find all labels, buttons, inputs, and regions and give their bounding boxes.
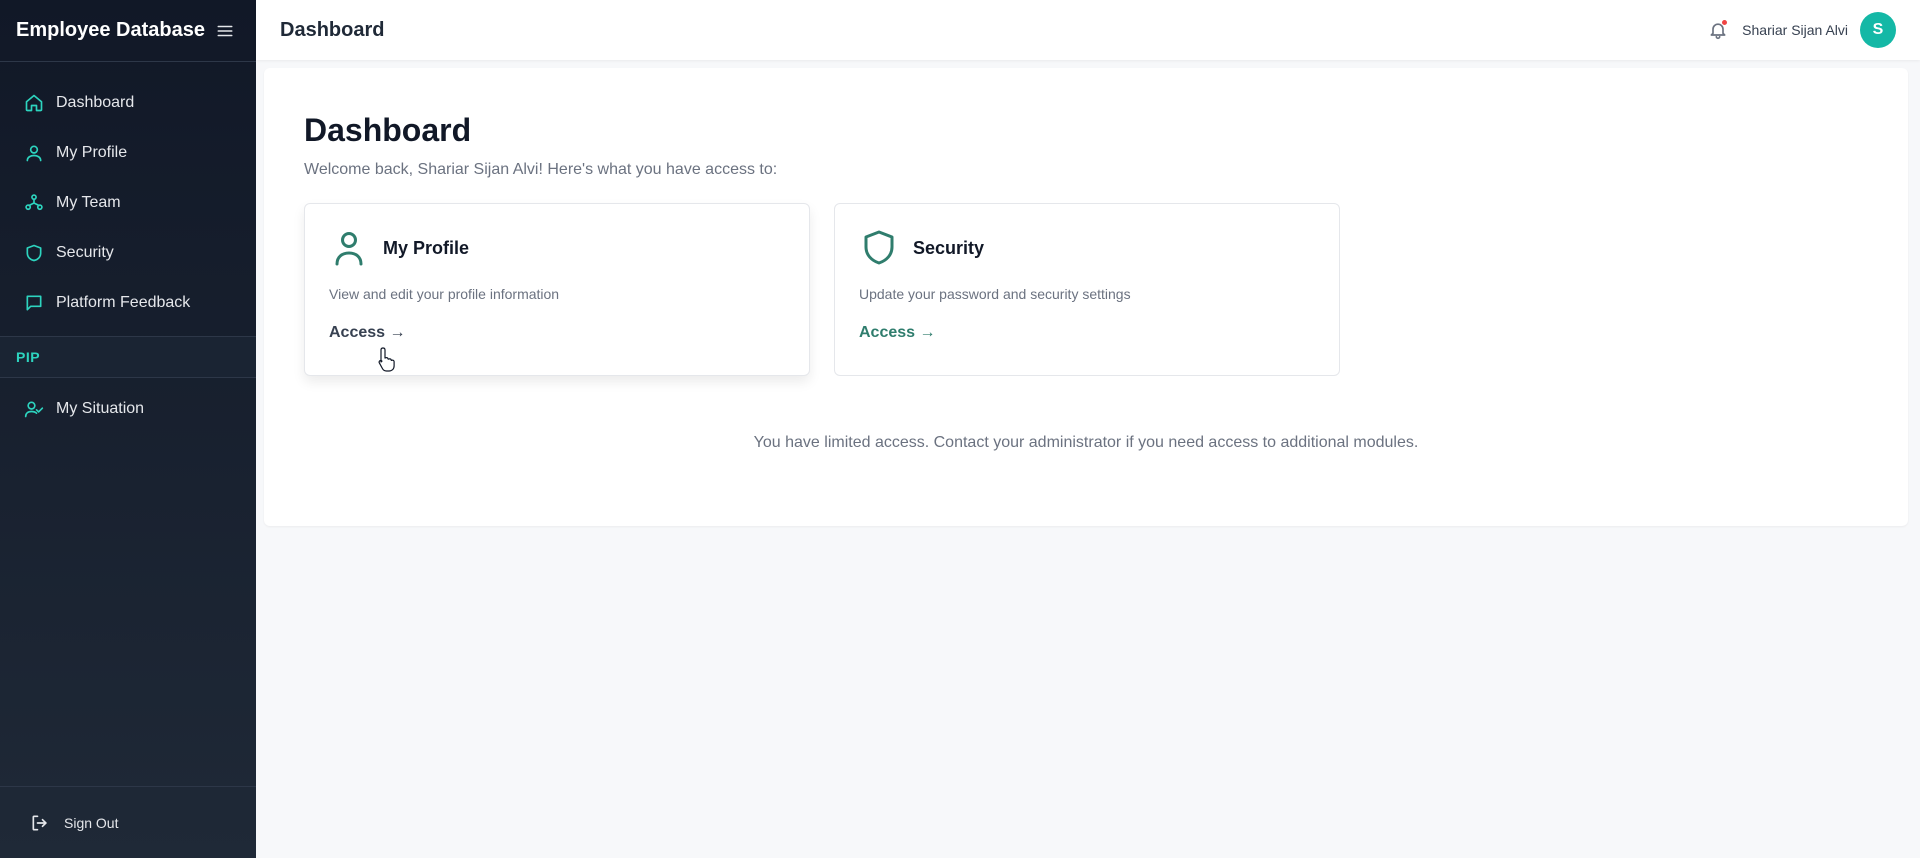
sidebar-item-my-team[interactable]: My Team <box>0 178 256 228</box>
app-root: Employee Database Dashboard My Profile M… <box>0 0 1920 858</box>
brand-title: Employee Database <box>16 19 205 41</box>
notification-bell-icon[interactable] <box>1708 19 1729 40</box>
shield-icon <box>24 243 44 263</box>
sidebar-nav: Dashboard My Profile My Team Security Pl… <box>0 62 256 328</box>
shield-icon <box>859 228 899 268</box>
access-link-security[interactable]: Access → <box>859 324 936 341</box>
user-icon <box>24 143 44 163</box>
user-icon <box>329 228 369 268</box>
sidebar-item-label: Platform Feedback <box>56 294 191 311</box>
page-title: Dashboard <box>304 112 472 148</box>
sidebar-item-label: My Profile <box>56 144 128 161</box>
sidebar-item-security[interactable]: Security <box>0 228 256 278</box>
user-check-icon <box>24 399 44 419</box>
message-square-icon <box>24 293 44 313</box>
sign-out-button[interactable]: Sign Out <box>0 786 256 858</box>
access-link-my-profile[interactable]: Access → <box>329 324 406 341</box>
card-my-profile[interactable]: My Profile View and edit your profile in… <box>304 203 810 376</box>
sidebar-section-nav: My Situation <box>0 378 256 434</box>
team-icon <box>24 193 44 213</box>
home-icon <box>24 93 44 113</box>
card-description: Update your password and security settin… <box>859 286 1131 302</box>
card-title: Security <box>913 237 985 258</box>
card-security[interactable]: Security Update your password and securi… <box>834 203 1340 376</box>
main-panel: Dashboard Welcome back, Shariar Sijan Al… <box>264 68 1908 526</box>
sidebar-item-my-situation[interactable]: My Situation <box>0 384 256 434</box>
user-name: Shariar Sijan Alvi <box>1742 22 1848 38</box>
card-header: Security <box>859 228 1315 268</box>
header-title: Dashboard <box>280 18 385 41</box>
header-right: Shariar Sijan Alvi S <box>1708 12 1896 48</box>
limited-access-notice: You have limited access. Contact your ad… <box>753 434 1419 451</box>
sidebar-item-my-profile[interactable]: My Profile <box>0 128 256 178</box>
pointer-cursor-icon <box>377 346 397 372</box>
card-description: View and edit your profile information <box>329 286 560 302</box>
card-header: My Profile <box>329 228 785 268</box>
sidebar-item-label: Dashboard <box>56 94 135 111</box>
sign-out-icon <box>30 813 50 833</box>
sidebar-header: Employee Database <box>0 0 256 62</box>
card-title: My Profile <box>383 237 470 258</box>
sidebar-item-dashboard[interactable]: Dashboard <box>0 78 256 128</box>
sidebar-item-platform-feedback[interactable]: Platform Feedback <box>0 278 256 328</box>
sidebar-item-label: Security <box>56 244 114 261</box>
sidebar: Employee Database Dashboard My Profile M… <box>0 0 256 858</box>
welcome-text: Welcome back, Shariar Sijan Alvi! Here's… <box>304 161 778 178</box>
sidebar-item-label: My Team <box>56 194 121 211</box>
top-bar: Dashboard Shariar Sijan Alvi S <box>256 0 1920 60</box>
sidebar-section-pip: PIP <box>0 336 256 378</box>
menu-icon[interactable] <box>216 22 234 40</box>
avatar[interactable]: S <box>1860 12 1896 48</box>
sidebar-item-label: My Situation <box>56 400 145 417</box>
module-cards: My Profile View and edit your profile in… <box>304 203 1868 376</box>
sign-out-label: Sign Out <box>64 814 119 831</box>
